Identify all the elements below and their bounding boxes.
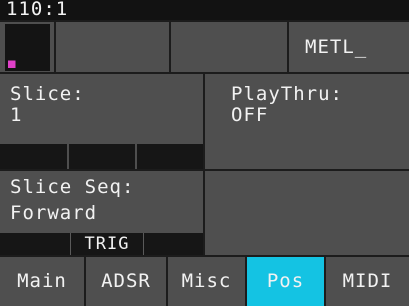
slice-seq-bar-left xyxy=(0,233,70,255)
tab-main[interactable]: Main xyxy=(0,257,84,306)
tab-midi[interactable]: MIDI xyxy=(326,257,409,306)
empty-param[interactable] xyxy=(205,171,409,255)
slice-seq-value: Forward xyxy=(10,202,98,224)
slice-value: 1 xyxy=(10,104,23,126)
playthru-value: OFF xyxy=(231,104,269,126)
header-cell-3[interactable] xyxy=(171,22,287,72)
name-field-text: METL_ xyxy=(305,36,368,58)
playthru-param[interactable]: PlayThru: OFF xyxy=(205,74,409,169)
slice-seq-bar-right xyxy=(144,233,203,255)
tab-adsr[interactable]: ADSR xyxy=(86,257,166,306)
status-text: 110:1 xyxy=(6,0,69,20)
grid-icon xyxy=(5,24,50,71)
position-indicator xyxy=(8,60,16,68)
status-bar: 110:1 xyxy=(0,0,409,20)
screen: 110:1 METL_ Slice: 1 PlayThru: OFF Slice… xyxy=(0,0,409,306)
slice-label: Slice: xyxy=(10,83,85,105)
trig-indicator[interactable]: TRIG xyxy=(70,233,144,255)
tab-misc[interactable]: Misc xyxy=(168,257,245,306)
slice-bar-seg-2 xyxy=(69,144,135,169)
tab-pos[interactable]: Pos xyxy=(247,257,324,306)
slice-param[interactable]: Slice: 1 xyxy=(0,74,203,169)
header-cell-2[interactable] xyxy=(56,22,169,72)
slice-bar-seg-3 xyxy=(137,144,203,169)
playthru-label: PlayThru: xyxy=(231,83,343,105)
name-field[interactable]: METL_ xyxy=(289,22,409,72)
slice-bar-seg-1 xyxy=(0,144,67,169)
slice-seq-label: Slice Seq: xyxy=(10,176,135,198)
pattern-cell[interactable] xyxy=(0,22,54,72)
